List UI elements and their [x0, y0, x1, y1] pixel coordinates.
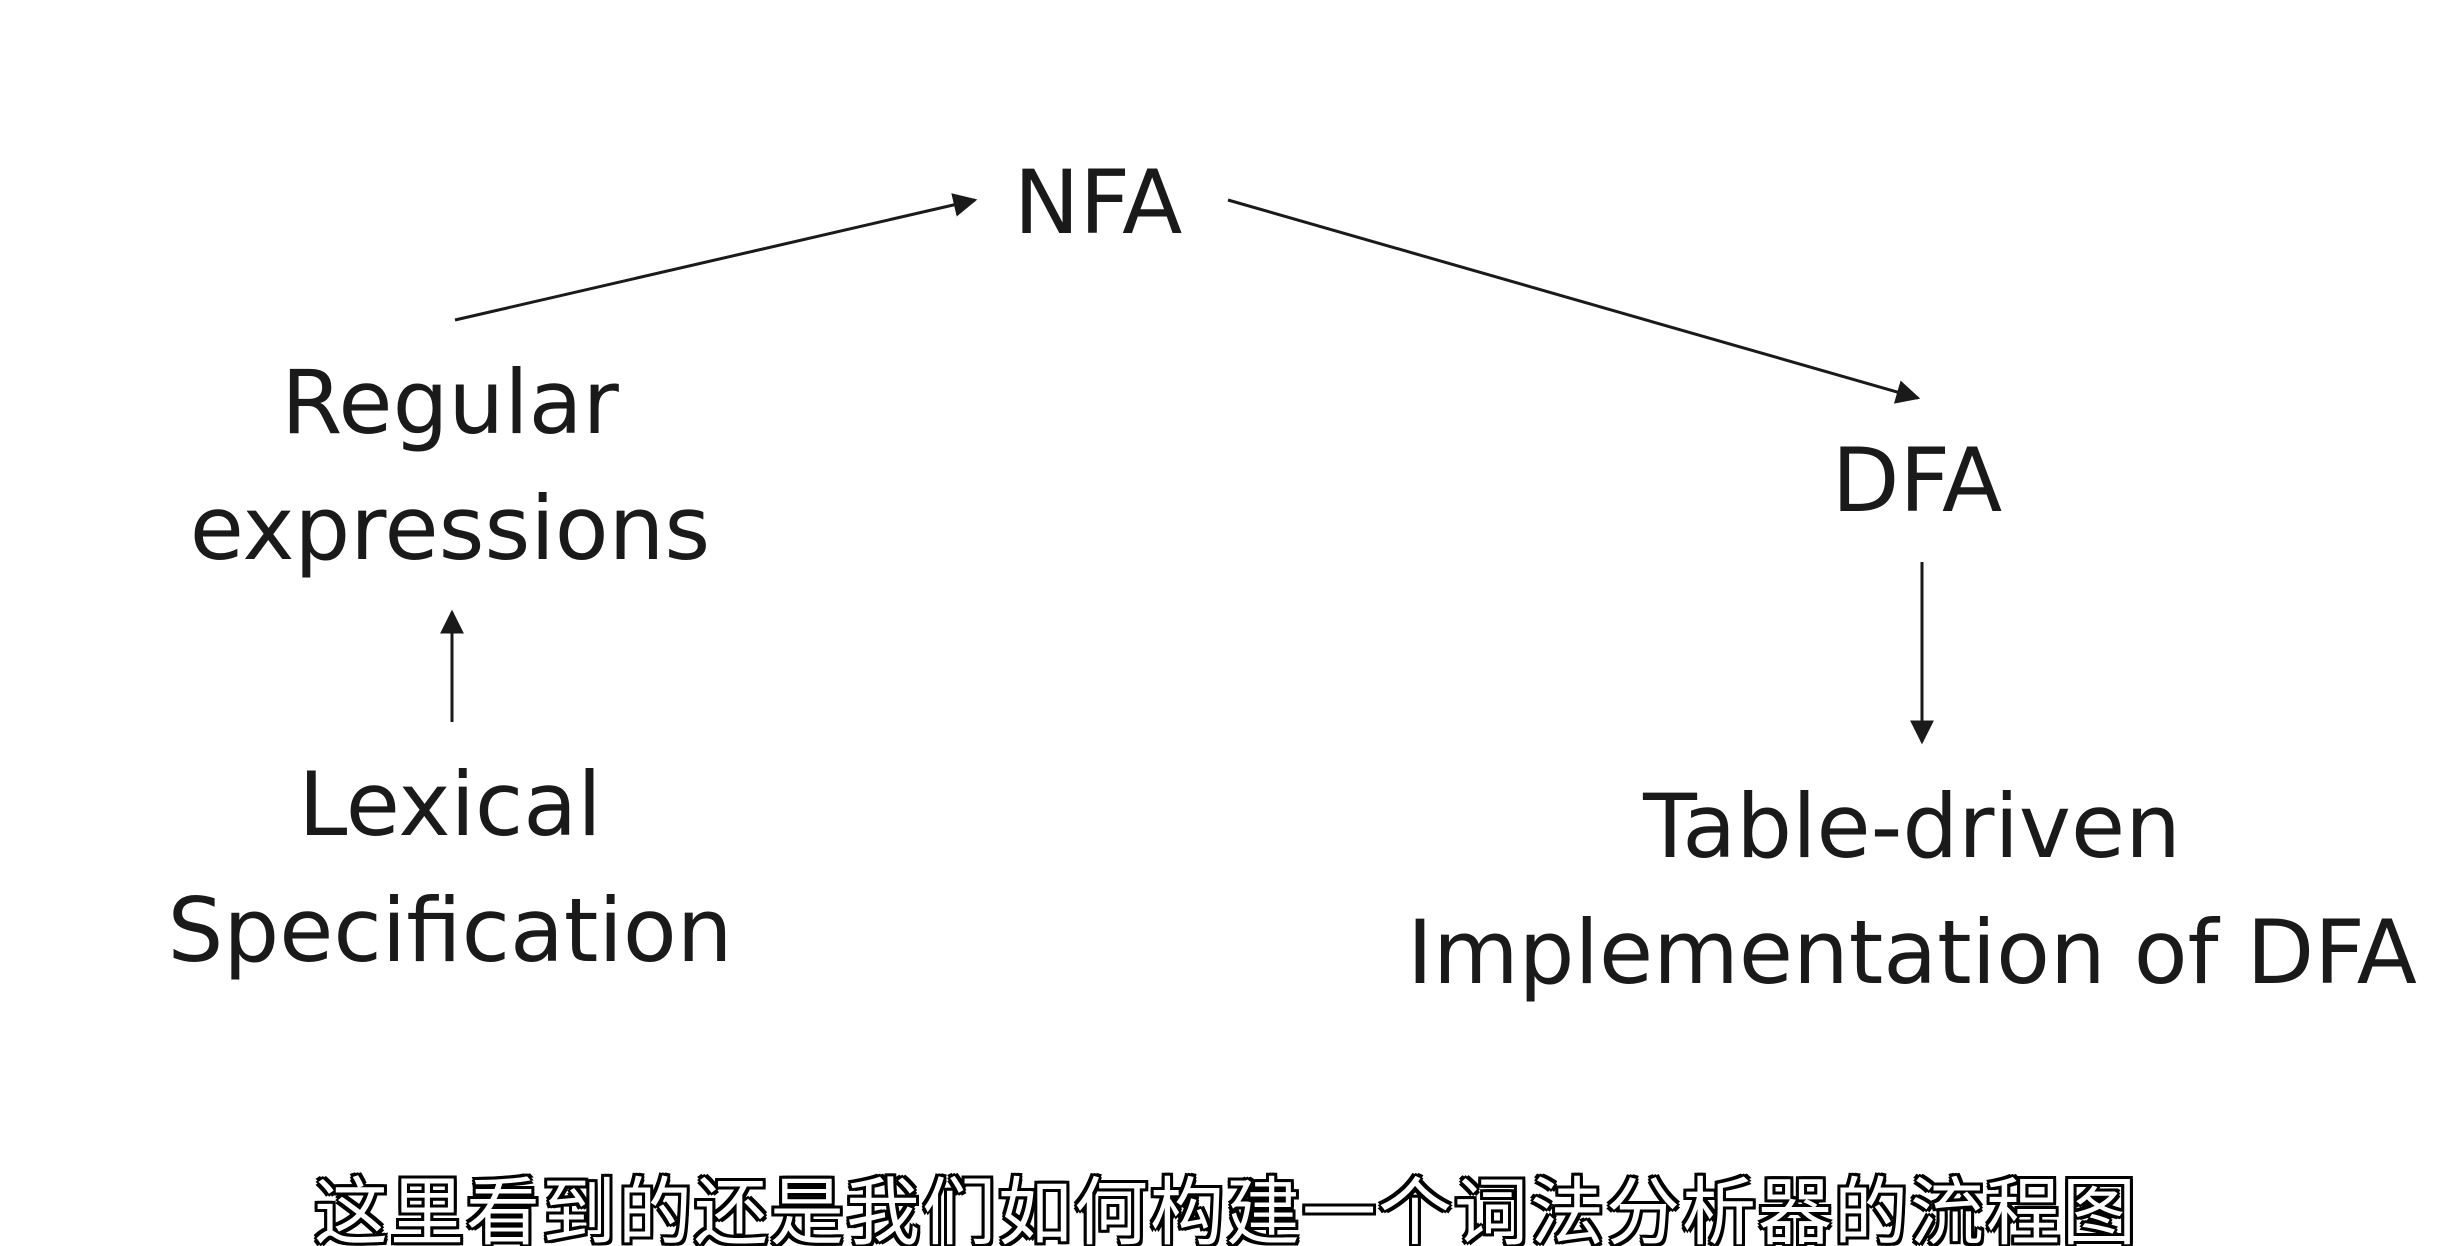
edge-regex-to-nfa: [454, 193, 978, 322]
video-subtitle: 这里看到的还是我们如何构建一个词法分析器的流程图: [314, 1170, 2138, 1246]
node-table-driven-line-1: Table-driven: [1643, 775, 2181, 878]
node-regular-expressions: Regular expressions: [190, 340, 711, 592]
node-lexical-specification-line-1: Lexical: [298, 753, 602, 856]
node-regular-expressions-line-2: expressions: [189, 477, 711, 580]
node-nfa: NFA: [1014, 140, 1183, 266]
node-table-driven: Table-driven Implementation of DFA: [1407, 764, 2417, 1016]
diagram-canvas: NFA Regular expressions DFA Lexical Spec…: [0, 0, 2452, 1246]
node-lexical-specification: Lexical Specification: [168, 742, 733, 994]
node-regular-expressions-line-1: Regular: [281, 351, 619, 454]
edge-layer: [440, 193, 1934, 745]
node-nfa-text: NFA: [1013, 151, 1183, 254]
node-lexical-specification-line-2: Specification: [167, 879, 733, 982]
edge-nfa-to-dfa: [1227, 198, 1921, 404]
node-dfa-text: DFA: [1831, 429, 2003, 532]
node-table-driven-line-2: Implementation of DFA: [1406, 901, 2418, 1004]
node-dfa: DFA: [1832, 418, 2003, 544]
